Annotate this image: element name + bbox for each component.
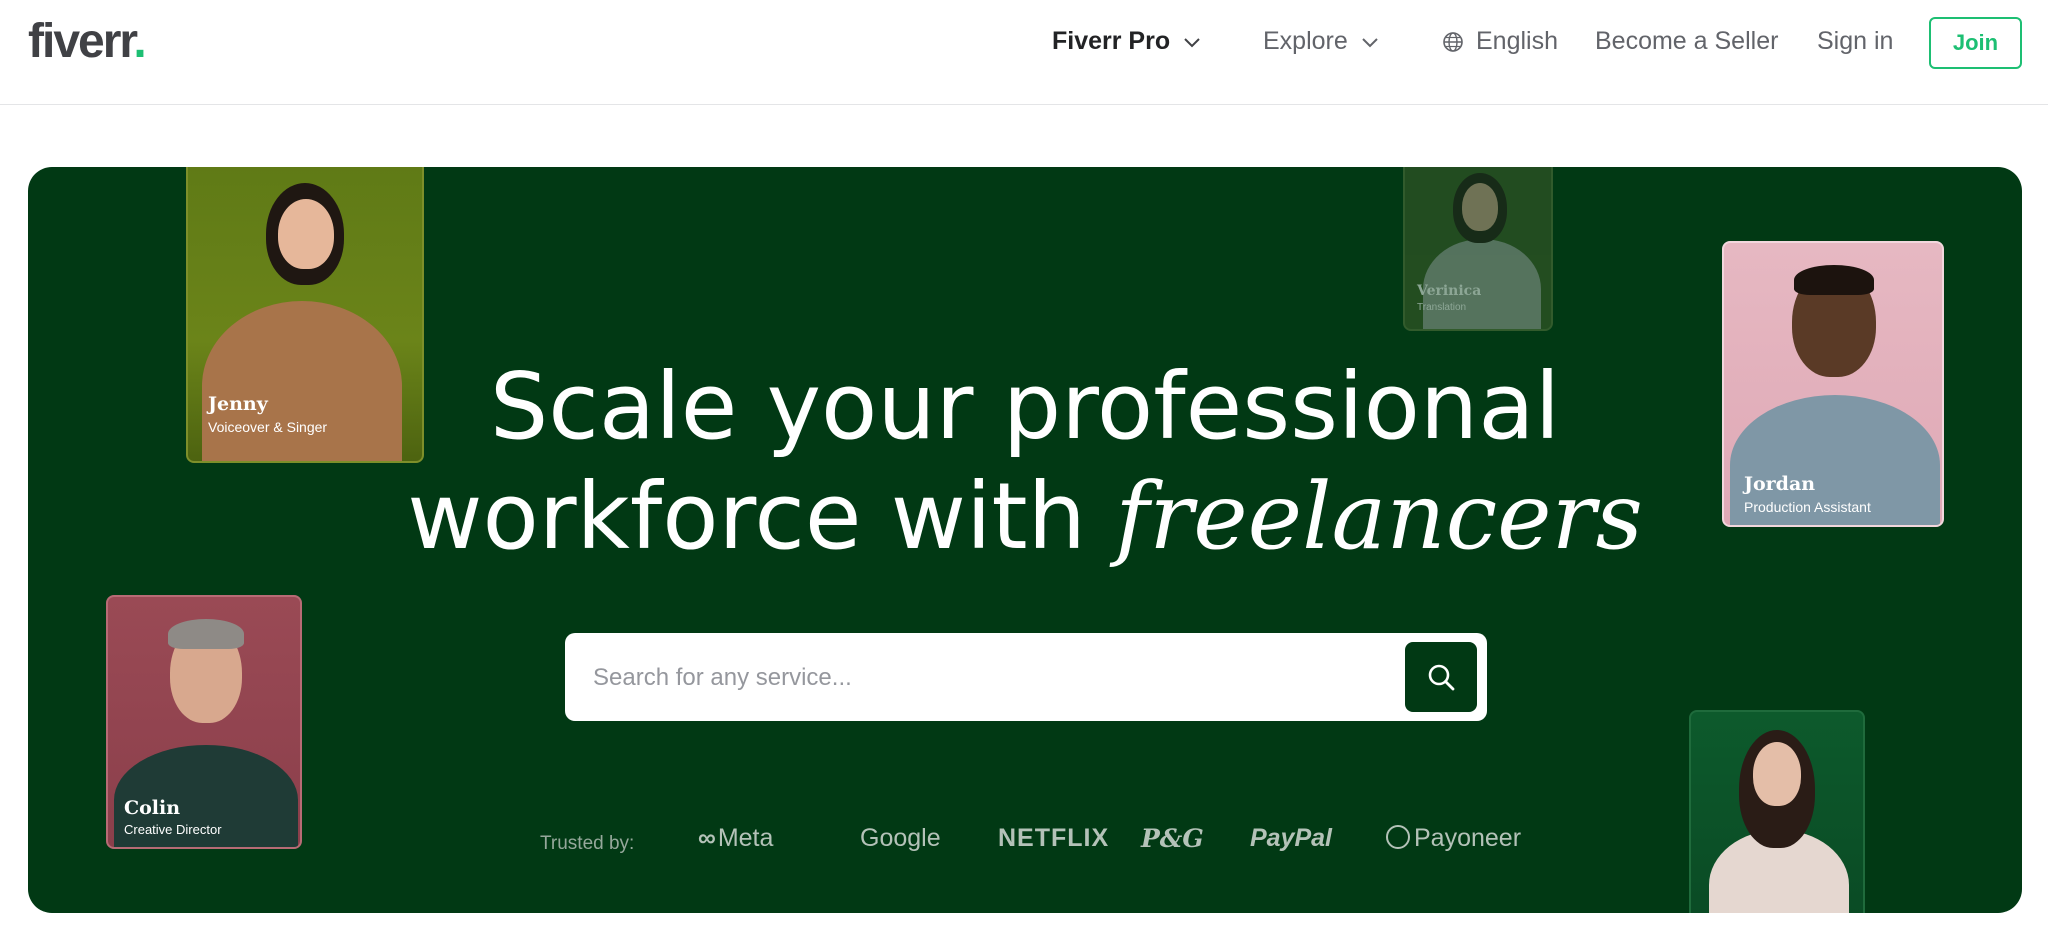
nav-become-seller-label: Become a Seller [1595,27,1779,55]
join-button[interactable]: Join [1929,17,2022,69]
trusted-by-label: Trusted by: [540,833,635,854]
meta-infinity-icon: ∞ [698,824,716,852]
brand-google-logo: Google [860,824,941,852]
hero-headline: Scale your professional workforce with f… [28,352,2022,572]
top-header: fiverr. Fiverr Pro Explore English Becom… [0,0,2048,105]
brand-payoneer-logo: Payoneer [1386,824,1521,853]
nav-language[interactable]: English [1442,27,1558,56]
nav-fiverr-pro-label: Fiverr Pro [1052,27,1171,55]
hero-headline-italic: freelancers [1115,463,1643,570]
nav-explore[interactable]: Explore [1263,27,1380,56]
portrait-face [1462,183,1498,231]
nav-sign-in[interactable]: Sign in [1817,27,1893,56]
nav-become-seller[interactable]: Become a Seller [1595,27,1778,56]
chevron-down-icon [1362,37,1378,47]
freelancer-role: Creative Director [124,822,222,837]
globe-icon [1443,31,1463,52]
search-icon [1428,664,1455,691]
chevron-down-icon [1184,37,1200,47]
freelancer-card-colin[interactable]: Colin Creative Director [106,595,302,849]
freelancer-name: Colin [124,797,181,819]
nav-fiverr-pro[interactable]: Fiverr Pro [1052,27,1202,56]
brand-pg-logo: P&G [1141,824,1204,853]
freelancer-name: Verinica [1417,283,1482,299]
hero-banner: Jenny Voiceover & Singer Verinica Transl… [28,167,2022,913]
brand-paypal-logo: PayPal [1250,824,1333,852]
payoneer-ring-icon [1386,825,1410,849]
join-button-label: Join [1952,30,1999,55]
portrait-hair [168,619,244,649]
hero-headline-line1: Scale your professional [489,353,1561,460]
nav-explore-label: Explore [1263,27,1348,55]
freelancer-role: Translation [1417,302,1467,313]
freelancer-card-photo[interactable] [1689,710,1865,913]
search-input[interactable] [591,655,1375,701]
brand-netflix-logo: NETFLIX [998,824,1110,852]
brand-meta-label: Meta [717,824,774,852]
search-bar [565,633,1487,721]
hero-headline-line2-prefix: workforce with [407,463,1086,570]
hero-headline-line2: workforce with freelancers [28,462,2022,572]
nav-language-label: English [1476,27,1558,55]
search-button[interactable] [1405,642,1477,712]
brand-payoneer-label: Payoneer [1414,824,1522,852]
fiverr-logo[interactable]: fiverr. [28,14,147,69]
nav-sign-in-label: Sign in [1817,27,1894,55]
portrait-face [278,199,334,269]
brand-meta-logo: ∞Meta [698,824,773,853]
portrait-hair [1794,265,1874,295]
freelancer-card-verinica[interactable]: Verinica Translation [1403,167,1553,331]
portrait-face [1753,742,1801,806]
